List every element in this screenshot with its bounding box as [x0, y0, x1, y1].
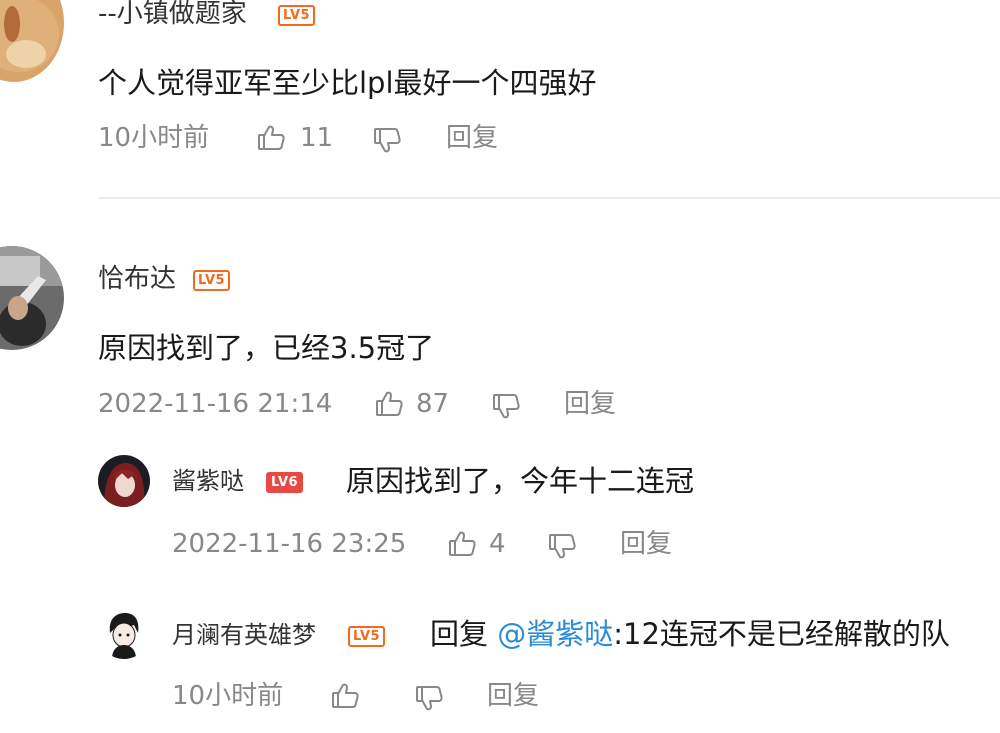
like-count: 11 — [300, 123, 334, 153]
reply-time: 2022-11-16 23:25 — [172, 529, 407, 559]
comment-text: 原因找到了，已经3.5冠了 — [98, 331, 435, 365]
thumbs-down-icon[interactable] — [491, 391, 521, 421]
avatar[interactable] — [98, 455, 150, 507]
reply-text: 原因找到了，今年十二连冠 — [346, 464, 695, 498]
reply-time: 10小时前 — [172, 681, 284, 711]
username[interactable]: 恰布达 — [98, 263, 176, 295]
reply-button[interactable]: 回复 — [620, 528, 672, 560]
thumbs-down-icon[interactable] — [414, 683, 444, 713]
like-count: 4 — [489, 529, 506, 559]
thumbs-down-icon[interactable] — [547, 531, 577, 561]
reply-text: :12连冠不是已经解散的队 — [613, 617, 950, 651]
level-badge: LV5 — [193, 270, 231, 291]
thumbs-up-icon[interactable] — [256, 123, 286, 153]
reply-button[interactable]: 回复 — [446, 122, 498, 154]
username[interactable]: --小镇做题家 — [98, 0, 247, 30]
level-badge: LV6 — [266, 472, 304, 493]
divider — [98, 197, 1000, 199]
reply-button[interactable]: 回复 — [564, 388, 616, 420]
avatar-cat[interactable] — [0, 0, 64, 82]
reply-text-line: 回复 @酱紫哒:12连冠不是已经解散的队 — [430, 614, 950, 654]
thumbs-down-icon[interactable] — [372, 125, 402, 155]
comment-text: 个人觉得亚军至少比lpl最好一个四强好 — [98, 66, 597, 100]
username[interactable]: 月澜有英雄梦 — [172, 619, 316, 651]
reply-prefix: 回复 — [430, 617, 498, 651]
thumbs-up-icon[interactable] — [447, 529, 477, 559]
username[interactable]: 酱紫哒 — [172, 465, 244, 497]
level-badge: LV5 — [278, 5, 316, 26]
level-badge: LV5 — [348, 626, 386, 647]
mention-link[interactable]: @酱紫哒 — [497, 617, 613, 651]
reply-button[interactable]: 回复 — [487, 680, 539, 712]
thumbs-up-icon[interactable] — [374, 389, 404, 419]
comment-time: 2022-11-16 21:14 — [98, 389, 333, 419]
avatar[interactable] — [0, 246, 64, 350]
comment-time: 10小时前 — [98, 123, 210, 153]
like-count: 87 — [416, 389, 450, 419]
avatar[interactable] — [98, 607, 150, 659]
thumbs-up-icon[interactable] — [330, 681, 360, 711]
